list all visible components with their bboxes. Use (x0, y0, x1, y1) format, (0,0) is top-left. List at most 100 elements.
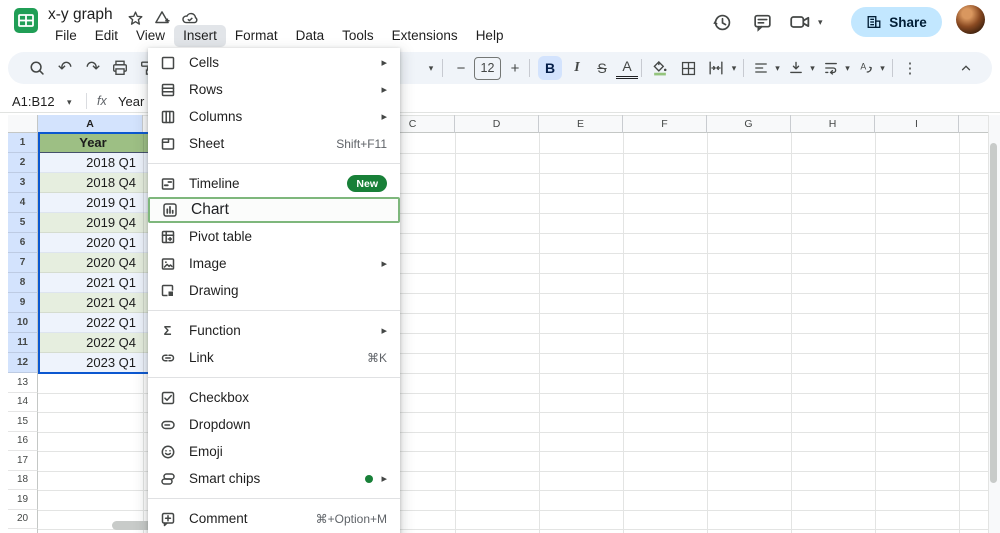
row-header-13[interactable]: 13 (8, 373, 38, 393)
search-icon[interactable] (25, 52, 49, 84)
menubar-item-edit[interactable]: Edit (86, 25, 127, 47)
row-header-11[interactable]: 11 (8, 333, 38, 353)
borders-button[interactable] (676, 52, 700, 84)
select-all-corner[interactable] (8, 115, 38, 133)
fill-color-button[interactable] (648, 52, 672, 84)
insert-menu-item-function[interactable]: ΣFunction▸ (148, 317, 400, 344)
row-header-21[interactable]: 21 (8, 529, 38, 533)
row-header-5[interactable]: 5 (8, 213, 38, 233)
column-header-I[interactable]: I (875, 115, 959, 133)
comment-history-icon[interactable] (751, 11, 773, 33)
horizontal-align-caret-icon[interactable]: ▾ (771, 52, 784, 84)
row-header-10[interactable]: 10 (8, 313, 38, 333)
bold-button[interactable]: B (538, 56, 562, 80)
row-header-7[interactable]: 7 (8, 253, 38, 273)
row-header-19[interactable]: 19 (8, 490, 38, 510)
cell-A10[interactable]: 2022 Q1 (38, 313, 148, 333)
vertical-align-caret-icon[interactable]: ▾ (806, 52, 819, 84)
zoom-caret-icon[interactable]: ▾ (423, 52, 439, 84)
insert-menu-item-cells[interactable]: Cells▸ (148, 49, 400, 76)
row-header-15[interactable]: 15 (8, 412, 38, 432)
meet-camera-icon[interactable] (789, 11, 811, 33)
decrease-font-size-button[interactable]: − (451, 52, 471, 84)
insert-menu-item-comment[interactable]: Comment⌘+Option+M (148, 505, 400, 532)
row-header-6[interactable]: 6 (8, 233, 38, 253)
row-header-12[interactable]: 12 (8, 353, 38, 373)
row-header-2[interactable]: 2 (8, 153, 38, 173)
merge-cells-button[interactable] (704, 52, 728, 84)
insert-menu-item-timeline[interactable]: TimelineNew (148, 170, 400, 197)
horizontal-align-button[interactable] (750, 52, 772, 84)
row-header-3[interactable]: 3 (8, 173, 38, 193)
row-header-17[interactable]: 17 (8, 451, 38, 471)
font-size-input[interactable]: 12 (474, 57, 501, 80)
collapse-toolbar-icon[interactable] (954, 52, 978, 84)
column-header-G[interactable]: G (707, 115, 791, 133)
insert-menu-item-pivot-table[interactable]: Pivot table (148, 223, 400, 250)
row-header-8[interactable]: 8 (8, 273, 38, 293)
insert-menu-item-emoji[interactable]: Emoji (148, 438, 400, 465)
row-header-9[interactable]: 9 (8, 293, 38, 313)
row-header-16[interactable]: 16 (8, 432, 38, 452)
text-rotation-button[interactable]: A (855, 52, 877, 84)
cell-A6[interactable]: 2020 Q1 (38, 233, 148, 253)
row-header-14[interactable]: 14 (8, 393, 38, 413)
share-button[interactable]: Share (851, 7, 942, 37)
cell-A12[interactable]: 2023 Q1 (38, 353, 148, 373)
strikethrough-button[interactable]: S (591, 52, 613, 84)
menubar-item-insert[interactable]: Insert (174, 25, 226, 47)
column-header-E[interactable]: E (539, 115, 623, 133)
menubar-item-help[interactable]: Help (467, 25, 513, 47)
row-header-18[interactable]: 18 (8, 471, 38, 491)
row-header-4[interactable]: 4 (8, 193, 38, 213)
cell-A9[interactable]: 2021 Q4 (38, 293, 148, 313)
vertical-scrollbar-thumb[interactable] (990, 143, 997, 483)
insert-menu-item-image[interactable]: Image▸ (148, 250, 400, 277)
cell-A5[interactable]: 2019 Q4 (38, 213, 148, 233)
italic-button[interactable]: I (566, 52, 588, 84)
formula-bar-content[interactable]: Year (118, 94, 144, 109)
menubar-item-extensions[interactable]: Extensions (383, 25, 467, 47)
insert-menu-item-checkbox[interactable]: Checkbox (148, 384, 400, 411)
insert-menu-item-columns[interactable]: Columns▸ (148, 103, 400, 130)
insert-menu-item-drawing[interactable]: Drawing (148, 277, 400, 304)
cell-A1[interactable]: Year (38, 133, 148, 153)
name-box-caret-icon[interactable]: ▾ (67, 97, 72, 108)
menubar-item-view[interactable]: View (127, 25, 174, 47)
row-header-1[interactable]: 1 (8, 133, 38, 153)
text-color-button[interactable]: A (616, 57, 638, 79)
merge-caret-icon[interactable]: ▾ (727, 52, 741, 84)
insert-menu-item-dropdown[interactable]: Dropdown (148, 411, 400, 438)
text-rotation-caret-icon[interactable]: ▾ (876, 52, 889, 84)
vertical-align-button[interactable] (785, 52, 807, 84)
cell-A4[interactable]: 2019 Q1 (38, 193, 148, 213)
menubar-item-data[interactable]: Data (287, 25, 334, 47)
column-header-D[interactable]: D (455, 115, 539, 133)
document-title[interactable]: x-y graph (48, 6, 113, 24)
insert-menu-item-rows[interactable]: Rows▸ (148, 76, 400, 103)
menubar-item-tools[interactable]: Tools (333, 25, 383, 47)
insert-menu-item-sheet[interactable]: SheetShift+F11 (148, 130, 400, 157)
cell-A3[interactable]: 2018 Q4 (38, 173, 148, 193)
increase-font-size-button[interactable]: + (505, 52, 525, 84)
more-options-icon[interactable]: ⋮ (900, 52, 920, 84)
insert-menu-item-smart-chips[interactable]: Smart chips▸ (148, 465, 400, 492)
column-header-A[interactable]: A (38, 115, 143, 133)
text-wrap-button[interactable] (820, 52, 842, 84)
text-wrap-caret-icon[interactable]: ▾ (841, 52, 854, 84)
insert-menu-item-link[interactable]: Link⌘K (148, 344, 400, 371)
account-avatar[interactable] (956, 5, 985, 34)
undo-icon[interactable]: ↶ (53, 52, 77, 84)
column-header-H[interactable]: H (791, 115, 875, 133)
insert-menu-item-chart[interactable]: Chart (148, 197, 400, 223)
redo-icon[interactable]: ↷ (81, 52, 105, 84)
name-box[interactable]: A1:B12 (12, 94, 55, 109)
cell-A11[interactable]: 2022 Q4 (38, 333, 148, 353)
menubar-item-file[interactable]: File (46, 25, 86, 47)
version-history-icon[interactable] (711, 11, 733, 33)
column-header-F[interactable]: F (623, 115, 707, 133)
cell-A7[interactable]: 2020 Q4 (38, 253, 148, 273)
row-header-20[interactable]: 20 (8, 510, 38, 530)
cell-A2[interactable]: 2018 Q1 (38, 153, 148, 173)
sheets-logo-icon[interactable] (13, 7, 39, 34)
